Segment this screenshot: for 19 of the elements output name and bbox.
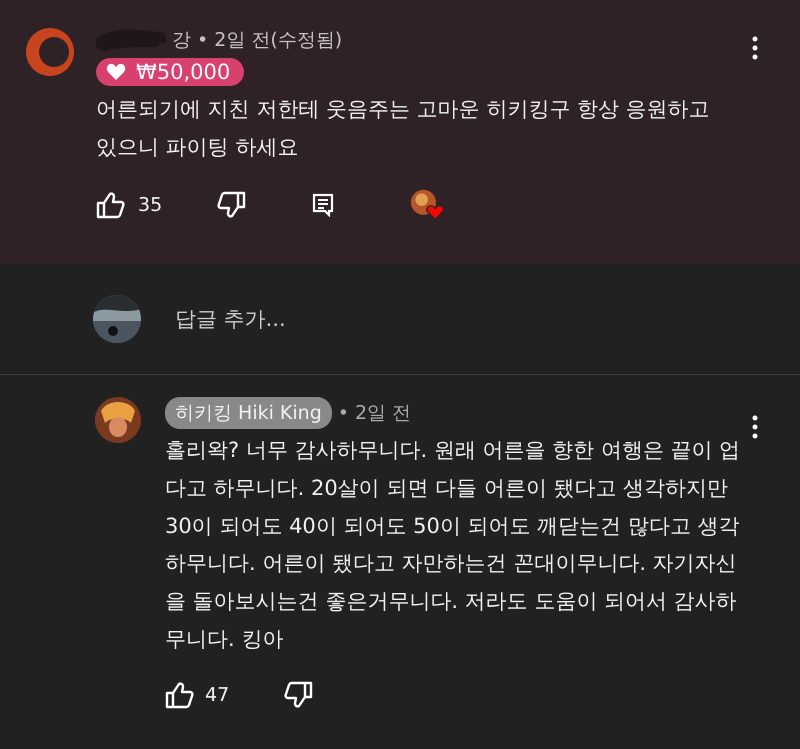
thumbs-up-icon[interactable] xyxy=(96,191,126,219)
reply-input-field[interactable]: 답글 추가... xyxy=(173,306,577,332)
more-options-icon[interactable] xyxy=(752,36,758,60)
avatar[interactable] xyxy=(95,397,141,443)
more-options-icon[interactable] xyxy=(752,415,758,439)
avatar[interactable] xyxy=(93,295,141,343)
comment-author[interactable]: 강 xyxy=(172,27,191,53)
thumbs-down-icon[interactable] xyxy=(283,680,313,709)
thumbs-down-icon[interactable] xyxy=(216,191,246,219)
reply-text: 홀리왁? 너무 감사하무니다. 원래 어른을 향한 여행은 끝이 업다고 하무니다. 20살이 되면 다들 어른이 됐다고 생각하지만 30이 되어도 40이 되어도 50이 되어도 깨닫는건 많다고 생각하무니다. 어른이 됐다고 자만하는건 꼰대이무니다. 자기자신을 돌아보시는건 좋은거무니다. 저라도 도움이 되어서 감사하무니다. 킹아 xyxy=(165,437,742,653)
thumbs-up-icon[interactable] xyxy=(165,680,195,709)
comment-time: • 2일 전(수정됨) xyxy=(197,28,342,53)
avatar[interactable] xyxy=(24,26,76,78)
like-count: 47 xyxy=(205,684,230,706)
donation-badge: ₩50,000 xyxy=(96,58,244,86)
like-count: 35 xyxy=(138,194,164,216)
reply-time: • 2일 전 xyxy=(338,401,412,426)
reply-icon[interactable] xyxy=(312,193,334,217)
comment-text: 어른되기에 지친 저한테 웃음주는 고마운 히키킹구 항상 응원하고 있으니 파이팅 하세요 xyxy=(96,96,711,161)
